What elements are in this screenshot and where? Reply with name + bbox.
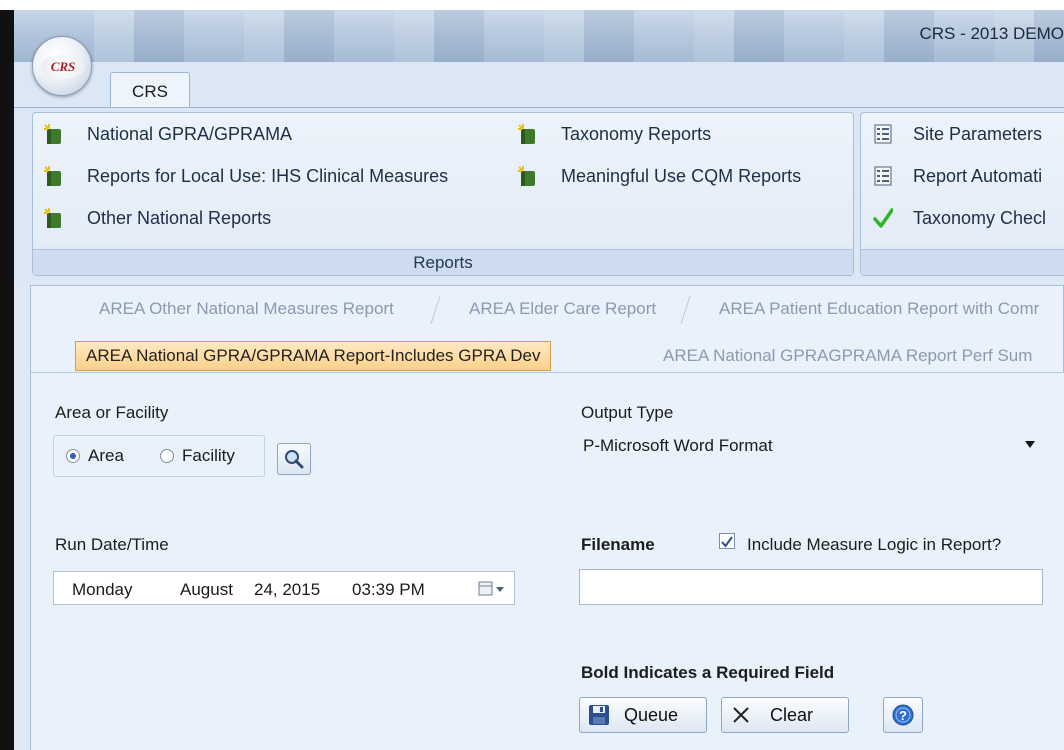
- calendar-icon: [478, 581, 504, 596]
- ribbon-item-label: Report Automati: [913, 165, 1043, 186]
- report-book-icon: [44, 208, 61, 228]
- ribbon-group-label-empty: [861, 249, 1064, 275]
- radio-area-label: Area: [88, 446, 124, 465]
- tab-national-gpra-perf-summary[interactable]: AREA National GPRAGPRAMA Report Perf Sum: [653, 341, 1042, 371]
- crs-logo-text: CRS: [50, 59, 76, 74]
- ribbon-item-meaningful-use-cqm[interactable]: Meaningful Use CQM Reports: [517, 165, 801, 187]
- save-disk-icon: [589, 705, 609, 725]
- run-date-day: Monday: [72, 580, 133, 599]
- ribbon-item-label: Taxonomy Checl: [913, 207, 1047, 228]
- ribbon-item-report-automation[interactable]: Report Automati: [873, 165, 1042, 187]
- clear-button[interactable]: Clear: [721, 697, 849, 733]
- radio-facility-indicator[interactable]: [160, 449, 174, 463]
- queue-button-label: Queue: [624, 704, 679, 725]
- ribbon-item-other-national-reports[interactable]: Other National Reports: [43, 207, 271, 229]
- tab-label: AREA National GPRA/GPRAMA Report-Include…: [86, 346, 541, 365]
- help-icon: ?: [892, 704, 914, 726]
- ribbon-item-label: Reports for Local Use: IHS Clinical Meas…: [87, 165, 449, 186]
- app-window: CRS - 2013 DEMO CRS CRS National GPRA/GP…: [14, 10, 1064, 750]
- ribbon-item-label: Other National Reports: [87, 207, 272, 228]
- radio-area[interactable]: Area: [66, 446, 124, 466]
- crs-logo: CRS: [41, 55, 85, 79]
- ribbon-group-reports: National GPRA/GPRAMA Reports for Local U…: [32, 112, 854, 276]
- area-facility-radio-group: Area Facility: [53, 435, 265, 477]
- filename-input[interactable]: [579, 569, 1043, 605]
- tab-label: AREA Elder Care Report: [469, 299, 657, 318]
- ribbon-item-label: Taxonomy Reports: [561, 123, 712, 144]
- ribbon-tab-row: CRS: [14, 62, 1064, 110]
- run-date-time-picker[interactable]: Monday August 24, 2015 03:39 PM: [53, 571, 515, 605]
- include-measure-logic-checkbox[interactable]: [719, 533, 735, 549]
- checkmark-icon: [873, 208, 893, 228]
- radio-area-indicator[interactable]: [66, 449, 80, 463]
- tab-national-gpra-includes-dev[interactable]: AREA National GPRA/GPRAMA Report-Include…: [75, 341, 552, 371]
- queue-button[interactable]: Queue: [579, 697, 707, 733]
- tab-patient-education[interactable]: AREA Patient Education Report with Comr: [709, 294, 1049, 324]
- report-book-icon: [518, 124, 535, 144]
- tab-label: AREA National GPRAGPRAMA Report Perf Sum: [663, 346, 1033, 365]
- ribbon-item-local-use-reports[interactable]: Reports for Local Use: IHS Clinical Meas…: [43, 165, 448, 187]
- tab-label: AREA Patient Education Report with Comr: [719, 299, 1040, 318]
- run-date-time-label: Run Date/Time: [55, 535, 169, 554]
- tab-other-national-measures[interactable]: AREA Other National Measures Report: [89, 294, 404, 324]
- window-frame-top: [0, 0, 1064, 10]
- chevron-down-icon[interactable]: [1025, 441, 1035, 448]
- list-icon: [874, 124, 892, 144]
- ribbon-group-label: Reports: [33, 249, 853, 275]
- output-type-label: Output Type: [581, 403, 674, 422]
- tab-separator: [430, 296, 441, 324]
- svg-text:?: ?: [899, 708, 907, 723]
- report-tab-control: AREA Other National Measures Report AREA…: [30, 285, 1064, 750]
- tab-label: AREA Other National Measures Report: [99, 299, 394, 318]
- report-book-icon: [518, 166, 535, 186]
- run-date-month: August: [180, 580, 233, 599]
- ribbon-item-label: Meaningful Use CQM Reports: [561, 165, 802, 186]
- clear-button-label: Clear: [770, 704, 814, 725]
- report-panel: Area or Facility Area Facility Output Ty…: [31, 372, 1064, 750]
- ribbon-tab-label: CRS: [132, 81, 168, 101]
- lookup-button[interactable]: [277, 443, 311, 475]
- window-frame-left: [0, 10, 14, 750]
- application-orb-button[interactable]: CRS: [32, 36, 92, 96]
- run-date-date: 24, 2015: [254, 580, 321, 599]
- ribbon-group-settings: Site Parameters Report Automati Taxonomy…: [860, 112, 1064, 276]
- required-field-note: Bold Indicates a Required Field: [581, 663, 835, 682]
- area-or-facility-label: Area or Facility: [55, 403, 169, 422]
- ribbon-item-label: National GPRA/GPRAMA: [87, 123, 293, 144]
- tab-separator: [680, 296, 691, 324]
- ribbon-item-taxonomy-reports[interactable]: Taxonomy Reports: [517, 123, 711, 145]
- output-type-value: P-Microsoft Word Format: [583, 436, 773, 455]
- list-icon: [874, 166, 892, 186]
- ribbon-item-taxonomy-check[interactable]: Taxonomy Checl: [873, 207, 1046, 229]
- ribbon-item-label: Site Parameters: [913, 123, 1043, 144]
- filename-label: Filename: [581, 535, 655, 554]
- report-book-icon: [44, 166, 61, 186]
- report-book-icon: [44, 124, 61, 144]
- ribbon-item-national-gpra[interactable]: National GPRA/GPRAMA: [43, 123, 292, 145]
- title-bar: CRS - 2013 DEMO: [14, 10, 1064, 62]
- checkbox-check-icon: [721, 536, 733, 548]
- run-date-time: 03:39 PM: [352, 580, 425, 599]
- tab-elder-care[interactable]: AREA Elder Care Report: [459, 294, 666, 324]
- ribbon-item-site-parameters[interactable]: Site Parameters: [873, 123, 1042, 145]
- output-type-dropdown[interactable]: P-Microsoft Word Format: [579, 431, 1041, 461]
- close-icon: [733, 707, 749, 723]
- include-measure-logic-label: Include Measure Logic in Report?: [747, 535, 1002, 554]
- window-title: CRS - 2013 DEMO: [919, 24, 1064, 43]
- radio-facility[interactable]: Facility: [160, 446, 235, 466]
- calendar-dropdown-button[interactable]: [478, 580, 506, 598]
- help-button[interactable]: ?: [883, 697, 923, 733]
- ribbon-tab-crs[interactable]: CRS: [110, 72, 190, 110]
- ribbon: National GPRA/GPRAMA Reports for Local U…: [14, 107, 1064, 281]
- magnifier-icon: [285, 450, 304, 469]
- radio-facility-label: Facility: [182, 446, 235, 465]
